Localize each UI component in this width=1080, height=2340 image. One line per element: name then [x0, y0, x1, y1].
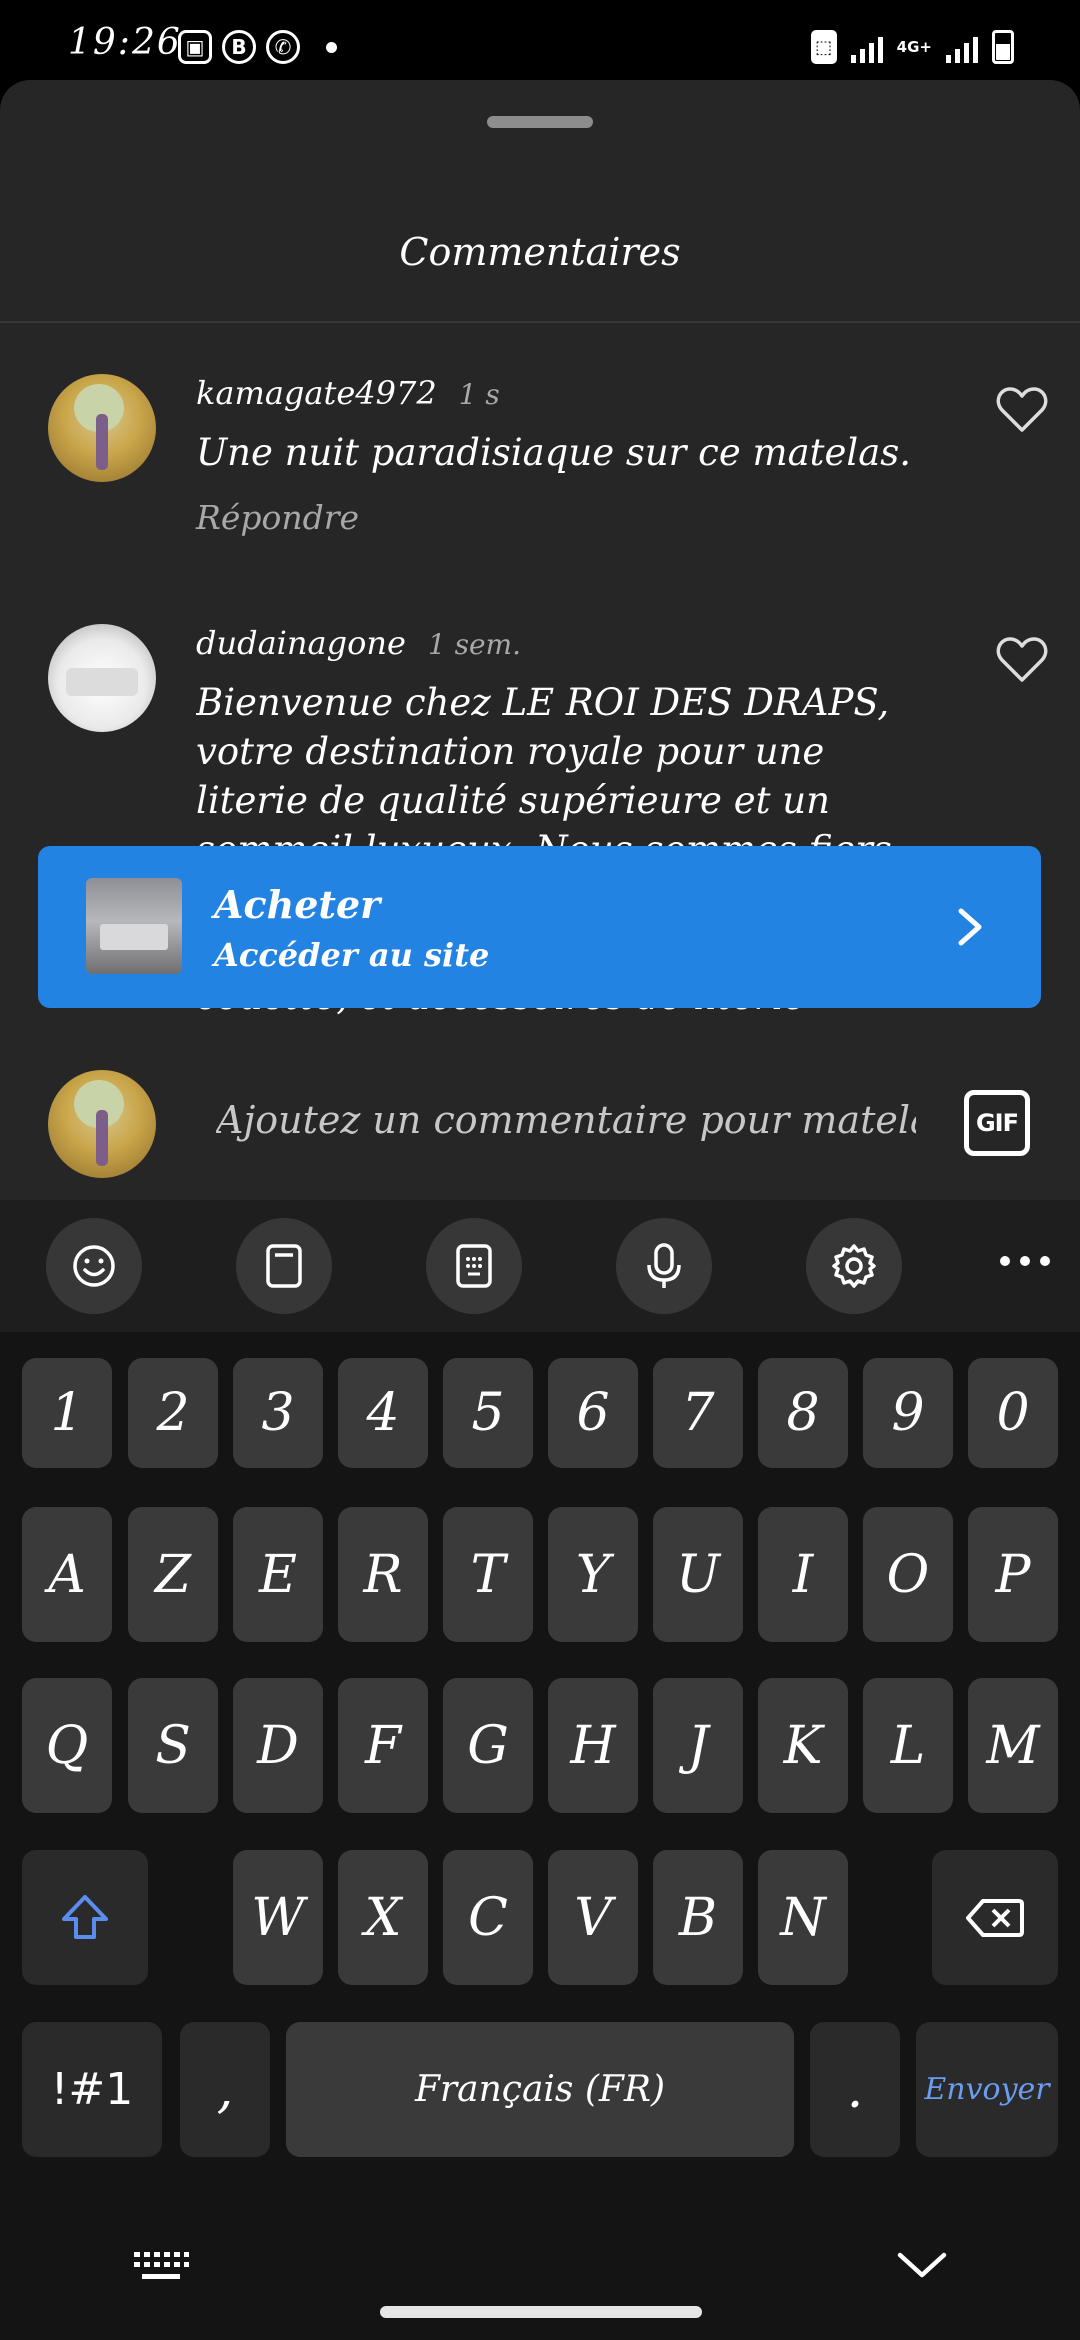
whatsapp-icon: ✆ — [266, 30, 300, 64]
backspace-icon — [966, 1898, 1024, 1937]
key-5[interactable]: 5 — [443, 1358, 533, 1468]
comment-header: dudainagone 1 sem. — [196, 624, 521, 662]
notification-icons: ▣ B ✆ — [178, 30, 337, 64]
battery-icon — [992, 30, 1014, 64]
heart-icon[interactable] — [996, 386, 1048, 434]
comment-username[interactable]: kamagate4972 — [196, 374, 437, 412]
key-v[interactable]: V — [548, 1850, 638, 1985]
comment-input[interactable]: Ajoutez un commentaire pour matelas — [216, 1098, 916, 1142]
sheet-title: Commentaires — [399, 230, 681, 274]
divider — [0, 321, 1080, 323]
network-type: 4G+ — [896, 38, 932, 56]
key-f[interactable]: F — [338, 1678, 428, 1813]
signal-icon — [946, 31, 978, 63]
reply-button[interactable]: Répondre — [196, 498, 359, 537]
status-bar: 19:26 ▣ B ✆ ⬚ 4G+ — [0, 0, 1080, 80]
period-key[interactable]: . — [810, 2022, 900, 2157]
key-m[interactable]: M — [968, 1678, 1058, 1813]
shift-key[interactable] — [22, 1850, 148, 1985]
key-7[interactable]: 7 — [653, 1358, 743, 1468]
key-t[interactable]: T — [443, 1507, 533, 1642]
drag-handle[interactable] — [487, 116, 593, 128]
comment-item: kamagate4972 1 s Une nuit paradisiaque su… — [48, 374, 1048, 537]
microphone-icon[interactable] — [616, 1218, 712, 1314]
system-icons: ⬚ 4G+ — [810, 30, 1014, 64]
b-app-icon: B — [222, 30, 256, 64]
key-2[interactable]: 2 — [128, 1358, 218, 1468]
clipboard-icon[interactable] — [236, 1218, 332, 1314]
key-4[interactable]: 4 — [338, 1358, 428, 1468]
comments-sheet: Commentaires kamagate4972 1 s Une nuit pa… — [0, 80, 1080, 1200]
avatar — [48, 1070, 156, 1178]
key-u[interactable]: U — [653, 1507, 743, 1642]
comment-time: 1 sem. — [427, 628, 521, 661]
status-time: 19:26 — [68, 22, 182, 63]
key-q[interactable]: Q — [22, 1678, 112, 1813]
keyboard-hide-icon[interactable] — [132, 2248, 190, 2286]
key-9[interactable]: 9 — [863, 1358, 953, 1468]
key-6[interactable]: 6 — [548, 1358, 638, 1468]
key-3[interactable]: 3 — [233, 1358, 323, 1468]
comment-input-bar: Ajoutez un commentaire pour matelas GIF — [0, 1040, 1080, 1200]
key-z[interactable]: Z — [128, 1507, 218, 1642]
key-a[interactable]: A — [22, 1507, 112, 1642]
clipboard-icon: ⬚ — [810, 30, 837, 64]
key-8[interactable]: 8 — [758, 1358, 848, 1468]
emoji-icon[interactable] — [46, 1218, 142, 1314]
comment-text: Une nuit paradisiaque sur ce matelas. — [196, 431, 912, 474]
space-key[interactable]: Français (FR) — [286, 2022, 794, 2157]
key-1[interactable]: 1 — [22, 1358, 112, 1468]
key-i[interactable]: I — [758, 1507, 848, 1642]
product-thumbnail — [86, 878, 182, 974]
chevron-down-icon[interactable] — [896, 2250, 948, 2280]
shop-title: Acheter — [214, 882, 381, 927]
key-j[interactable]: J — [653, 1678, 743, 1813]
settings-icon[interactable] — [806, 1218, 902, 1314]
key-0[interactable]: 0 — [968, 1358, 1058, 1468]
key-r[interactable]: R — [338, 1507, 428, 1642]
avatar[interactable] — [48, 624, 156, 732]
key-p[interactable]: P — [968, 1507, 1058, 1642]
more-icon[interactable] — [1000, 1256, 1050, 1266]
symbols-key[interactable]: !#1 — [22, 2022, 162, 2157]
key-g[interactable]: G — [443, 1678, 533, 1813]
backspace-key[interactable] — [932, 1850, 1058, 1985]
key-x[interactable]: X — [338, 1850, 428, 1985]
key-w[interactable]: W — [233, 1850, 323, 1985]
shift-icon — [62, 1894, 108, 1939]
key-c[interactable]: C — [443, 1850, 533, 1985]
comment-time: 1 s — [458, 378, 500, 411]
key-d[interactable]: D — [233, 1678, 323, 1813]
chevron-right-icon — [958, 908, 982, 946]
key-e[interactable]: E — [233, 1507, 323, 1642]
shop-banner[interactable]: Acheter Accéder au site — [38, 846, 1041, 1008]
key-o[interactable]: O — [863, 1507, 953, 1642]
gif-button[interactable]: GIF — [964, 1090, 1030, 1156]
gallery-icon: ▣ — [178, 30, 212, 64]
send-key[interactable]: Envoyer — [916, 2022, 1058, 2157]
keyboard-toolbar — [0, 1200, 1080, 1332]
signal-icon — [850, 31, 883, 63]
keypad-icon[interactable] — [426, 1218, 522, 1314]
shop-subtitle: Accéder au site — [214, 936, 490, 974]
key-l[interactable]: L — [863, 1678, 953, 1813]
heart-icon[interactable] — [996, 636, 1048, 684]
comma-key[interactable]: , — [180, 2022, 270, 2157]
dot-icon — [326, 41, 337, 53]
home-indicator[interactable] — [380, 2306, 702, 2318]
key-h[interactable]: H — [548, 1678, 638, 1813]
comment-username[interactable]: dudainagone — [196, 624, 406, 662]
key-s[interactable]: S — [128, 1678, 218, 1813]
key-y[interactable]: Y — [548, 1507, 638, 1642]
key-k[interactable]: K — [758, 1678, 848, 1813]
comment-header: kamagate4972 1 s — [196, 374, 500, 412]
avatar[interactable] — [48, 374, 156, 482]
key-n[interactable]: N — [758, 1850, 848, 1985]
key-b[interactable]: B — [653, 1850, 743, 1985]
keyboard: 1 2 3 4 5 6 7 8 9 0 A Z E R T Y U I O P … — [0, 1200, 1080, 2340]
